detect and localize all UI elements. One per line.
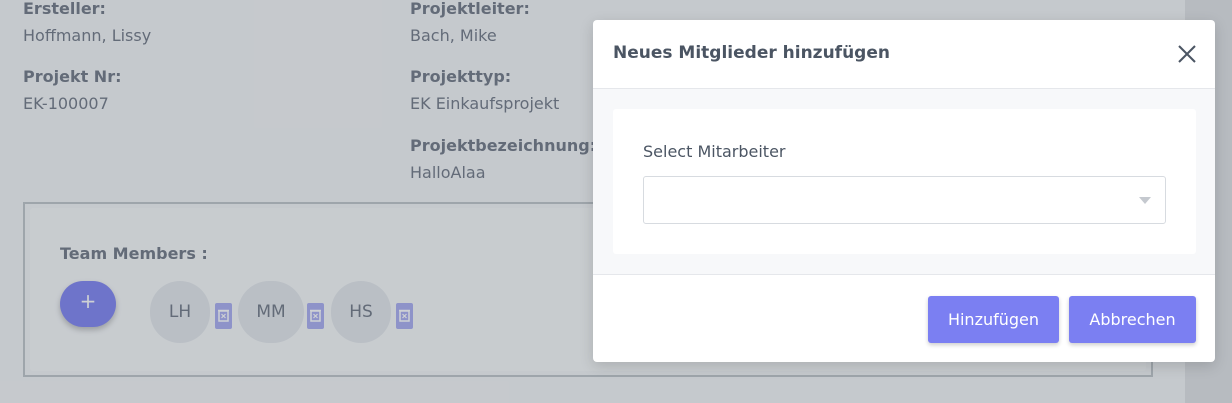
close-icon[interactable] <box>1177 44 1197 64</box>
chevron-down-icon <box>1139 197 1151 204</box>
hinzufuegen-button[interactable]: Hinzufügen <box>928 296 1059 343</box>
form-card: Select Mitarbeiter <box>613 109 1196 254</box>
dialog-body: Select Mitarbeiter <box>593 89 1215 274</box>
abbrechen-button[interactable]: Abbrechen <box>1069 296 1196 343</box>
add-member-dialog: Neues Mitglieder hinzufügen Select Mitar… <box>593 20 1215 362</box>
dialog-header: Neues Mitglieder hinzufügen <box>593 20 1215 89</box>
select-mitarbeiter-label: Select Mitarbeiter <box>643 142 786 161</box>
dialog-footer: Hinzufügen Abbrechen <box>593 274 1215 362</box>
select-mitarbeiter-dropdown[interactable] <box>643 176 1166 224</box>
dialog-title: Neues Mitglieder hinzufügen <box>613 43 890 63</box>
